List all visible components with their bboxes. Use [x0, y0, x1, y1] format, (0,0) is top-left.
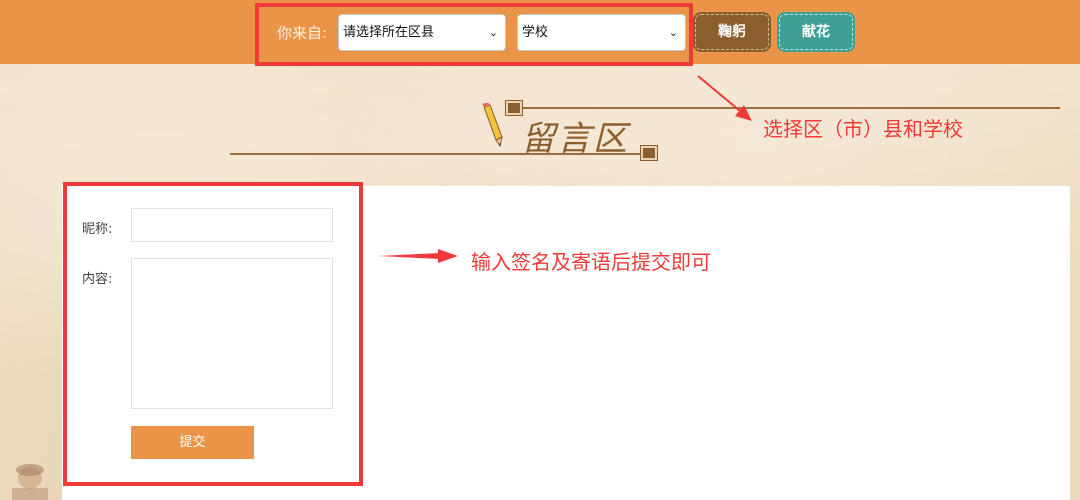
highlight-box-form	[63, 182, 363, 486]
section-title: 留言区	[521, 119, 629, 159]
title-ornament	[505, 100, 523, 116]
title-ornament	[640, 145, 658, 161]
annotation-submit-hint: 输入签名及寄语后提交即可	[471, 250, 711, 274]
annotation-select-hint: 选择区（市）县和学校	[763, 117, 963, 141]
flower-button[interactable]: 献花	[777, 12, 855, 52]
soldier-figure-icon	[12, 464, 48, 500]
pencil-icon	[482, 103, 503, 148]
title-divider-top	[520, 107, 1060, 109]
bow-button[interactable]: 鞠躬	[693, 12, 771, 52]
highlight-box-selects	[255, 3, 693, 66]
